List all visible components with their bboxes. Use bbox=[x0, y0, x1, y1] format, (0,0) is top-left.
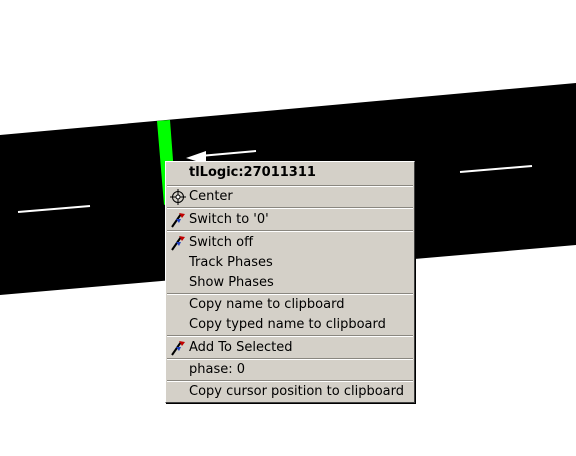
traffic-light-icon bbox=[171, 236, 185, 251]
menu-item-label: Switch off bbox=[189, 235, 254, 250]
menu-title: tlLogic:27011311 bbox=[189, 165, 316, 180]
menu-item-label: Center bbox=[189, 189, 233, 204]
menu-item-add-to-selected[interactable]: Add To Selected bbox=[166, 338, 414, 358]
menu-item-switch-off[interactable]: Switch off bbox=[166, 233, 414, 253]
menu-item-track-phases[interactable]: Track Phases bbox=[166, 253, 414, 273]
menu-item-label: phase: 0 bbox=[189, 362, 246, 377]
menu-item-phase: phase: 0 bbox=[166, 360, 414, 380]
context-menu: tlLogic:27011311 Center Switch to '0' Sw… bbox=[165, 161, 415, 403]
menu-item-label: Track Phases bbox=[189, 255, 273, 270]
menu-item-switch-to[interactable]: Switch to '0' bbox=[166, 210, 414, 230]
crosshair-icon bbox=[170, 189, 186, 205]
menu-item-copy-cursor-position[interactable]: Copy cursor position to clipboard bbox=[166, 382, 414, 402]
menu-item-label: Add To Selected bbox=[189, 340, 293, 355]
flag-icon bbox=[171, 341, 185, 356]
menu-item-label: Switch to '0' bbox=[189, 212, 269, 227]
menu-item-copy-typed-name[interactable]: Copy typed name to clipboard bbox=[166, 315, 414, 335]
menu-item-label: Copy typed name to clipboard bbox=[189, 317, 386, 332]
menu-separator bbox=[167, 230, 413, 232]
menu-separator bbox=[167, 207, 413, 209]
menu-item-label: Show Phases bbox=[189, 275, 274, 290]
menu-item-center[interactable]: Center bbox=[166, 187, 414, 207]
menu-item-label: Copy name to clipboard bbox=[189, 297, 345, 312]
traffic-light-icon bbox=[171, 213, 185, 228]
menu-item-copy-name[interactable]: Copy name to clipboard bbox=[166, 295, 414, 315]
menu-item-label: Copy cursor position to clipboard bbox=[189, 384, 405, 399]
menu-item-show-phases[interactable]: Show Phases bbox=[166, 273, 414, 293]
menu-separator bbox=[167, 335, 413, 337]
